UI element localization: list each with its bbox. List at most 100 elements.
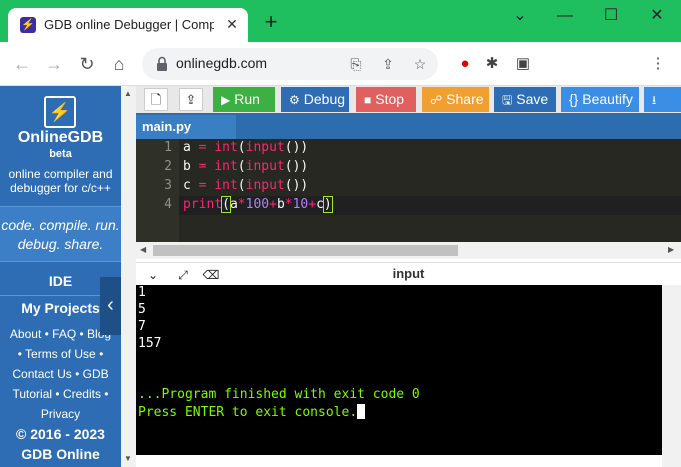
console-line: 5 [138,302,146,317]
stop-icon: ■ [364,93,372,107]
side-panel-icon[interactable]: ▣ [513,54,533,74]
file-tabs: main.py [136,113,681,139]
home-icon[interactable]: ⌂ [107,52,131,76]
console-cursor [357,404,366,419]
share-icon: ☍ [430,93,443,107]
line-number: 4 [164,197,172,212]
upload-icon[interactable]: ⇪ [179,88,203,111]
close-window-button[interactable]: ✕ [642,5,672,27]
code-line-1: a = int(input()) [183,140,309,155]
link-faq[interactable]: FAQ [52,327,76,341]
new-file-icon[interactable]: 🗋 [144,88,168,111]
link-credits[interactable]: Credits [63,387,101,401]
code-line-3: c = int(input()) [183,178,309,193]
forward-icon[interactable]: → [42,52,66,76]
download-button[interactable]: ⭳ [644,87,681,112]
stop-button[interactable]: ■ Stop [356,87,416,112]
menu-icon[interactable]: ⋮ [648,54,668,74]
scroll-up-icon[interactable]: ▲ [124,89,132,98]
clear-console-icon[interactable]: ⌫ [202,266,220,284]
link-gdb[interactable]: GDB [83,367,109,381]
save-label: Save [516,91,549,107]
tab-search-icon[interactable]: ⌄ [505,5,535,27]
share-label: Share [446,91,484,107]
code-line-4: print(a*100+b*10+c) [183,196,333,213]
editor-horizontal-scrollbar[interactable]: ◀ ▶ [136,242,681,259]
scroll-down-icon[interactable]: ▼ [124,454,132,463]
console-output[interactable]: 1 5 7 157 ...Program finished with exit … [136,285,662,455]
link-terms[interactable]: Terms of Use [25,347,96,361]
translate-icon[interactable]: ⎘ [346,54,366,74]
onlinegdb-favicon-icon: ⚡ [20,17,36,33]
extension-red-icon[interactable]: ● [455,54,475,74]
lock-icon [157,56,167,71]
code-editor[interactable]: 1 2 3 4 a = int(input()) b = int(input()… [136,139,681,242]
sidebar-scrollbar[interactable]: ▲ ▼ [121,86,136,467]
collapse-sidebar-button[interactable]: ‹ [100,277,121,335]
extensions-puzzle-icon[interactable]: ✱ [482,54,502,74]
save-icon: 🖫 [502,93,513,107]
copyright: © 2016 - 2023 GDB Online [0,424,121,464]
link-about[interactable]: About [10,327,41,341]
link-privacy[interactable]: Privacy [41,407,80,421]
line-number: 3 [164,178,172,193]
scroll-right-icon[interactable]: ▶ [668,245,674,254]
console-header: input ⌄ ⤢ ⌫ [136,262,681,285]
link-contact[interactable]: Contact Us [12,367,71,381]
console-line: 7 [138,319,146,334]
press-enter-prompt: Press ENTER to exit console. [138,404,366,420]
run-label: Run [234,91,260,107]
debug-label: Debug [303,91,346,107]
back-icon[interactable]: ← [10,52,34,76]
brand-name: OnlineGDB [17,129,104,146]
expand-icon[interactable]: ⤢ [174,266,192,284]
site-description: online compiler and debugger for c/c++ [8,167,113,195]
debug-icon: ⚙ [289,93,300,107]
bookmark-star-icon[interactable]: ☆ [410,54,430,74]
beautify-button[interactable]: {} Beautify [561,87,639,112]
console-line: 1 [138,285,146,300]
editor-gutter: 1 2 3 4 [136,139,179,242]
link-tutorial[interactable]: Tutorial [12,387,52,401]
debug-button[interactable]: ⚙ Debug [281,87,349,112]
share-page-icon[interactable]: ⇪ [378,54,398,74]
motto: code. compile. run. debug. share. [0,206,121,262]
reload-icon[interactable]: ↻ [75,52,99,76]
tab-main-py[interactable]: main.py [136,115,236,139]
browser-titlebar: ⚡ GDB online Debugger | Compile ✕ + ⌄ — … [0,0,681,42]
download-icon: ⭳ [652,93,657,107]
sidebar: ⚡ OnlineGDB beta online compiler and deb… [0,86,121,467]
exit-message: ...Program finished with exit code 0 [138,387,420,402]
copyright-years: © 2016 - 2023 [16,426,105,442]
share-button[interactable]: ☍ Share [422,87,489,112]
onlinegdb-logo-icon: ⚡ [44,96,76,128]
scrollbar-thumb[interactable] [153,245,458,256]
run-button[interactable]: ▶ Run [213,87,275,112]
maximize-button[interactable]: ☐ [596,5,626,27]
motto-line-1: code. compile. run. [1,217,120,233]
code-line-2: b = int(input()) [183,159,309,174]
line-number: 1 [164,140,172,155]
scroll-left-icon[interactable]: ◀ [140,245,146,254]
press-enter-text: Press ENTER to exit console. [138,405,358,420]
browser-navbar: ← → ↻ ⌂ onlinegdb.com ⎘ ⇪ ☆ ● ✱ ▣ ⋮ [0,42,681,86]
browser-tab[interactable]: ⚡ GDB online Debugger | Compile ✕ [8,8,248,42]
play-icon: ▶ [221,93,231,107]
motto-line-2: debug. share. [17,236,104,252]
console-scrollbar[interactable] [662,285,681,467]
line-number: 2 [164,159,172,174]
beta-label: beta [49,148,72,160]
sidebar-links: About • FAQ • Blog • Terms of Use • Cont… [0,324,121,424]
minimize-button[interactable]: — [550,5,580,27]
url-text: onlinegdb.com [176,55,268,71]
tab-title: GDB online Debugger | Compile [44,17,214,32]
stop-label: Stop [375,91,405,107]
address-bar[interactable]: onlinegdb.com ⎘ ⇪ ☆ [142,48,438,80]
chevron-down-icon[interactable]: ⌄ [144,266,162,284]
new-tab-button[interactable]: + [260,11,282,34]
save-button[interactable]: 🖫 Save [494,87,556,112]
ide-toolbar: 🗋 ⇪ ▶ Run ⚙ Debug ■ Stop ☍ Share 🖫 Save {} Be… [136,86,681,113]
company-name: GDB Online [21,446,100,462]
console-line: 157 [138,336,162,351]
tab-close-icon[interactable]: ✕ [222,14,242,34]
